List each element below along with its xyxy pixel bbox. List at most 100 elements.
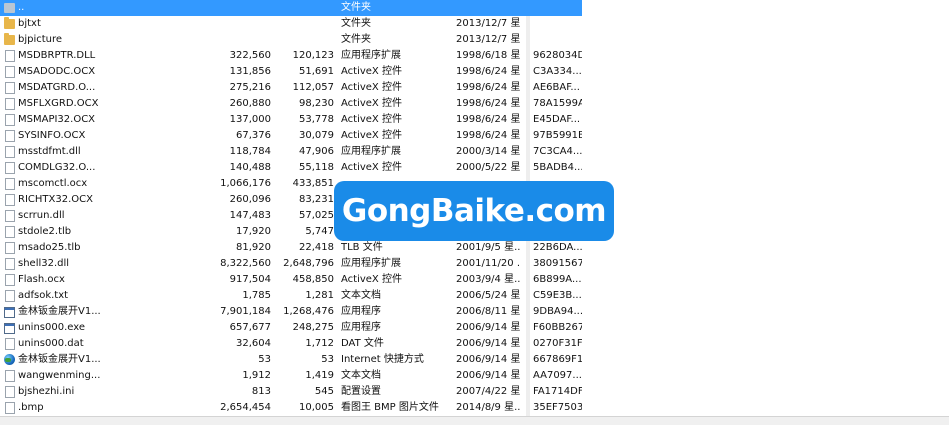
file-packed-size	[272, 32, 334, 48]
file-modified: 2006/9/14 星...	[456, 338, 521, 349]
file-name: unins000.dat	[18, 338, 84, 349]
document-icon	[5, 210, 15, 222]
file-row[interactable]: bjshezhi.ini 813 545 配置设置 2007/4/22 星... FA17…	[0, 384, 582, 400]
file-size: 1,066,176	[220, 178, 271, 189]
file-size: 1,912	[242, 370, 271, 381]
file-type: 应用程序扩展	[341, 258, 401, 269]
file-packed-size: 112,057	[292, 82, 334, 93]
file-size: 813	[251, 386, 271, 397]
file-crc: E45DAF...	[533, 114, 581, 125]
file-row[interactable]: bjtxt 文件夹 2013/12/7 星...	[0, 16, 582, 32]
file-name: COMDLG32.O...	[18, 162, 96, 173]
file-packed-size: 57,025	[299, 210, 334, 221]
file-packed-size: 10,005	[299, 402, 334, 413]
file-packed-size: 433,851	[292, 178, 334, 189]
file-name: Flash.ocx	[18, 274, 65, 285]
file-size: 8,322,560	[220, 258, 271, 269]
file-name: adfsok.txt	[18, 290, 69, 301]
file-size	[205, 16, 271, 32]
file-packed-size	[272, 0, 334, 16]
document-icon	[5, 290, 15, 302]
file-packed-size: 120,123	[292, 50, 334, 61]
document-icon	[5, 178, 15, 190]
file-packed-size: 458,850	[292, 274, 334, 285]
file-icon-cell	[4, 336, 16, 352]
file-row[interactable]: msado25.tlb 81,920 22,418 TLB 文件 2001/9/5 星.…	[0, 240, 582, 256]
document-icon	[5, 338, 15, 350]
file-type: 看图王 BMP 图片文件	[341, 402, 439, 413]
file-row[interactable]: .bmp 2,654,454 10,005 看图王 BMP 图片文件 2014/8/9 …	[0, 400, 582, 416]
document-icon	[5, 370, 15, 382]
file-size: 131,856	[229, 66, 271, 77]
file-row[interactable]: MSDBRPTR.DLL 322,560 120,123 应用程序扩展 1998/6/1…	[0, 48, 582, 64]
file-row[interactable]: COMDLG32.O... 140,488 55,118 ActiveX 控件 2000…	[0, 160, 582, 176]
file-name: wangwenming...	[18, 370, 101, 381]
file-size: 32,604	[236, 338, 271, 349]
file-row[interactable]: 金林钣金展开V1... 53 53 Internet 快捷方式 2006/9/14 星.…	[0, 352, 582, 368]
file-row[interactable]: MSADODC.OCX 131,856 51,691 ActiveX 控件 1998/6…	[0, 64, 582, 80]
file-type: ActiveX 控件	[341, 274, 402, 285]
file-size: 140,488	[229, 162, 271, 173]
file-packed-size: 1,281	[305, 290, 334, 301]
file-row[interactable]: SYSINFO.OCX 67,376 30,079 ActiveX 控件 1998/6/…	[0, 128, 582, 144]
file-modified: 2006/8/11 星...	[456, 306, 521, 317]
file-type: 文本文档	[341, 370, 381, 381]
file-size: 2,654,454	[220, 402, 271, 413]
file-crc: 97B5991B	[533, 130, 582, 141]
file-icon-cell	[4, 240, 16, 256]
file-size: 275,216	[229, 82, 271, 93]
file-row[interactable]: MSDATGRD.O... 275,216 112,057 ActiveX 控件 199…	[0, 80, 582, 96]
file-row[interactable]: .. 文件夹	[0, 0, 582, 16]
file-type: ActiveX 控件	[341, 82, 402, 93]
file-icon-cell	[4, 176, 16, 192]
file-icon-cell	[4, 288, 16, 304]
file-crc: AE6BAF...	[533, 82, 580, 93]
file-row[interactable]: 金林钣金展开V1... 7,901,184 1,268,476 应用程序 2006/8/…	[0, 304, 582, 320]
file-modified: 2000/5/22 星...	[456, 162, 521, 173]
file-packed-size: 545	[314, 386, 334, 397]
file-name: MSADODC.OCX	[18, 66, 96, 77]
file-row[interactable]: adfsok.txt 1,785 1,281 文本文档 2006/5/24 星... C5…	[0, 288, 582, 304]
file-packed-size: 1,268,476	[283, 306, 334, 317]
file-icon-cell	[4, 32, 16, 48]
document-icon	[5, 274, 15, 286]
file-row[interactable]: MSFLXGRD.OCX 260,880 98,230 ActiveX 控件 1998/…	[0, 96, 582, 112]
document-icon	[5, 226, 15, 238]
file-icon-cell	[4, 400, 16, 416]
file-packed-size: 5,747	[305, 226, 334, 237]
file-size: 137,000	[229, 114, 271, 125]
file-icon-cell	[4, 96, 16, 112]
document-icon	[5, 258, 15, 270]
document-icon	[5, 98, 15, 110]
file-row[interactable]: msstdfmt.dll 118,784 47,906 应用程序扩展 2000/3/14…	[0, 144, 582, 160]
document-icon	[5, 386, 15, 398]
file-size	[205, 0, 271, 16]
file-modified: 1998/6/24 星...	[456, 114, 521, 125]
file-icon-cell	[4, 80, 16, 96]
file-crc: 9DBA94...	[533, 306, 582, 317]
file-modified: 2000/3/14 星...	[456, 146, 521, 157]
application-icon	[4, 307, 15, 318]
file-crc: C59E3B...	[533, 290, 582, 301]
file-size: 67,376	[236, 130, 271, 141]
file-packed-size: 53,778	[299, 114, 334, 125]
file-row[interactable]: shell32.dll 8,322,560 2,648,796 应用程序扩展 2001/…	[0, 256, 582, 272]
file-row[interactable]: unins000.exe 657,677 248,275 应用程序 2006/9/14 …	[0, 320, 582, 336]
file-row[interactable]: Flash.ocx 917,504 458,850 ActiveX 控件 2003/9/…	[0, 272, 582, 288]
file-icon-cell	[4, 256, 16, 272]
file-type: ActiveX 控件	[341, 98, 402, 109]
file-type: 配置设置	[341, 386, 381, 397]
file-icon-cell	[4, 208, 16, 224]
file-modified: 1998/6/24 星...	[456, 98, 521, 109]
file-row[interactable]: wangwenming... 1,912 1,419 文本文档 2006/9/14 星.…	[0, 368, 582, 384]
file-size: 322,560	[229, 50, 271, 61]
file-crc: 5BADB4...	[533, 162, 582, 173]
document-icon	[5, 50, 15, 62]
file-modified: 1998/6/24 星...	[456, 130, 521, 141]
file-row[interactable]: bjpicture 文件夹 2013/12/7 星...	[0, 32, 582, 48]
file-icon-cell	[4, 384, 16, 400]
file-row[interactable]: unins000.dat 32,604 1,712 DAT 文件 2006/9/14 星…	[0, 336, 582, 352]
file-name: mscomctl.ocx	[18, 178, 88, 189]
file-row[interactable]: MSMAPI32.OCX 137,000 53,778 ActiveX 控件 1998/…	[0, 112, 582, 128]
file-modified: 2001/9/5 星...	[456, 242, 521, 253]
